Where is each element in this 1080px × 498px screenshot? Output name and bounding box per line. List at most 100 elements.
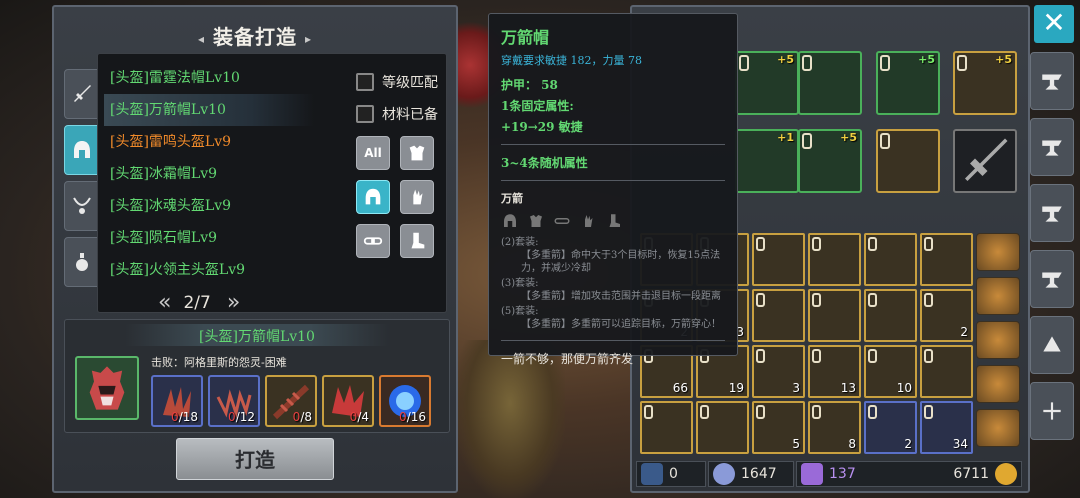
inventory-slot[interactable]: 2 — [920, 289, 973, 342]
inventory-slot[interactable] — [696, 401, 749, 454]
equip-slot-weapon[interactable]: +5 — [953, 51, 1017, 115]
side-button-2[interactable] — [1030, 118, 1074, 176]
side-button-6[interactable] — [1030, 382, 1074, 440]
tab-necklace[interactable] — [64, 181, 100, 231]
material-count: 0/8 — [292, 410, 312, 424]
equip-slot-gloves[interactable]: +1 — [735, 129, 799, 193]
side-button-4[interactable] — [1030, 250, 1074, 308]
inventory-slot[interactable] — [864, 289, 917, 342]
material-count: 0/12 — [228, 410, 255, 424]
enhance-level: +1 — [777, 131, 794, 144]
enhance-level: +5 — [777, 53, 794, 66]
enhance-level: +5 — [918, 53, 935, 66]
filter-belt-button[interactable] — [356, 224, 390, 258]
inventory-slot[interactable] — [640, 401, 693, 454]
tab-helmet[interactable] — [64, 125, 100, 175]
materials-ready-filter[interactable]: 材料已备 — [356, 98, 438, 130]
lock-chain-icon — [880, 133, 890, 149]
inventory-slot[interactable] — [808, 289, 861, 342]
bag-icon[interactable] — [976, 277, 1020, 315]
level-match-filter[interactable]: 等级匹配 — [356, 66, 438, 98]
anvil-icon — [1042, 206, 1062, 222]
bag-icon[interactable] — [976, 321, 1020, 359]
recipe-item[interactable]: [头盔]雷鸣头盔Lv9 — [104, 126, 314, 158]
tooltip-fixed-attr: +19→29 敏捷 — [501, 120, 583, 134]
inventory-slot[interactable] — [920, 345, 973, 398]
equip-slot-bracelet[interactable]: +5 — [876, 51, 940, 115]
equip-slot-boots[interactable]: +5 — [798, 129, 862, 193]
inventory-slot[interactable] — [920, 233, 973, 286]
inventory-slot[interactable]: 13 — [808, 345, 861, 398]
inventory-slot[interactable] — [864, 233, 917, 286]
material-slot[interactable]: 0/8 — [265, 375, 317, 427]
item-count: 3 — [792, 381, 800, 395]
filter-gloves-button[interactable] — [400, 180, 434, 214]
recipe-item[interactable]: [头盔]雷霆法帽Lv10 — [104, 62, 314, 94]
lock-chain-icon — [700, 405, 709, 419]
currency-shards: 137 6711 — [796, 461, 1022, 487]
lock-chain-icon — [739, 55, 749, 71]
material-slot[interactable]: 0/12 — [208, 375, 260, 427]
inventory-slot[interactable]: 2 — [864, 401, 917, 454]
bag-icon[interactable] — [976, 233, 1020, 271]
inventory-slot[interactable] — [752, 289, 805, 342]
enhance-level: +5 — [995, 53, 1012, 66]
bag-icon[interactable] — [976, 365, 1020, 403]
recipe-list: [头盔]雷霆法帽Lv10 [头盔]万箭帽Lv10 [头盔]雷鸣头盔Lv9 [头盔… — [104, 62, 314, 286]
tooltip-set-bonus-5: (5)套装: 【多重箭】多重箭可以追踪目标，万箭穿心！ — [501, 306, 721, 330]
equip-slot-armor[interactable] — [798, 51, 862, 115]
material-count: 0/4 — [349, 410, 369, 424]
tab-potion[interactable] — [64, 237, 100, 287]
equip-slot-chest[interactable]: +5 — [735, 51, 799, 115]
inventory-slot[interactable]: 8 — [808, 401, 861, 454]
material-slot[interactable]: 0/4 — [322, 375, 374, 427]
materials-ready-label: 材料已备 — [382, 107, 438, 123]
belt-icon — [363, 237, 383, 245]
recipe-item-selected[interactable]: [头盔]万箭帽Lv10 — [104, 94, 314, 126]
prev-page-button[interactable]: « — [158, 290, 172, 315]
chest-armor-icon — [409, 145, 425, 161]
lock-chain-icon — [802, 133, 812, 149]
lock-chain-icon — [957, 55, 967, 71]
title-deco-right: ▸ — [305, 31, 313, 46]
recipe-item[interactable]: [头盔]冰霜帽Lv9 — [104, 158, 314, 190]
result-item-slot[interactable] — [75, 356, 139, 420]
materials-ready-checkbox[interactable] — [356, 105, 374, 123]
category-tabs — [64, 69, 100, 293]
type-filter-grid: All — [356, 136, 434, 258]
filter-chest-button[interactable] — [400, 136, 434, 170]
equip-slot-ring[interactable] — [876, 129, 940, 193]
inventory-slot[interactable]: 5 — [752, 401, 805, 454]
side-button-1[interactable] — [1030, 52, 1074, 110]
recipe-item[interactable]: [头盔]陨石帽Lv9 — [104, 222, 314, 254]
lock-chain-icon — [756, 293, 765, 307]
filter-helmet-button[interactable] — [356, 180, 390, 214]
inventory-slot[interactable]: 10 — [864, 345, 917, 398]
equip-slot-offhand[interactable] — [953, 129, 1017, 193]
recipe-item[interactable]: [头盔]火领主头盔Lv9 — [104, 254, 314, 286]
currency-crystals: 1647 — [708, 461, 794, 487]
helmet-icon — [504, 214, 516, 227]
inventory-slot[interactable]: 34 — [920, 401, 973, 454]
tab-weapon[interactable] — [64, 69, 100, 119]
close-button[interactable]: ✕ — [1034, 5, 1074, 43]
material-slot[interactable]: 0/16 — [379, 375, 431, 427]
item-count: 10 — [896, 381, 912, 395]
inventory-slot[interactable]: 3 — [752, 345, 805, 398]
recipe-item[interactable]: [头盔]冰魂头盔Lv9 — [104, 190, 314, 222]
side-button-3[interactable] — [1030, 184, 1074, 242]
filter-boots-button[interactable] — [400, 224, 434, 258]
anvil-icon — [1042, 272, 1062, 288]
bag-icon[interactable] — [976, 409, 1020, 447]
lock-chain-icon — [924, 237, 933, 251]
material-slot[interactable]: 0/18 — [151, 375, 203, 427]
inventory-slot[interactable] — [752, 233, 805, 286]
side-button-5[interactable] — [1030, 316, 1074, 374]
level-match-checkbox[interactable] — [356, 73, 374, 91]
inventory-slot[interactable] — [808, 233, 861, 286]
next-page-button[interactable]: » — [227, 290, 241, 315]
craft-button[interactable]: 打造 — [176, 438, 334, 480]
drop-source: 击败：阿格里斯的怨灵-困难 — [151, 356, 287, 369]
craft-add-icon — [1043, 402, 1061, 420]
filter-all-button[interactable]: All — [356, 136, 390, 170]
